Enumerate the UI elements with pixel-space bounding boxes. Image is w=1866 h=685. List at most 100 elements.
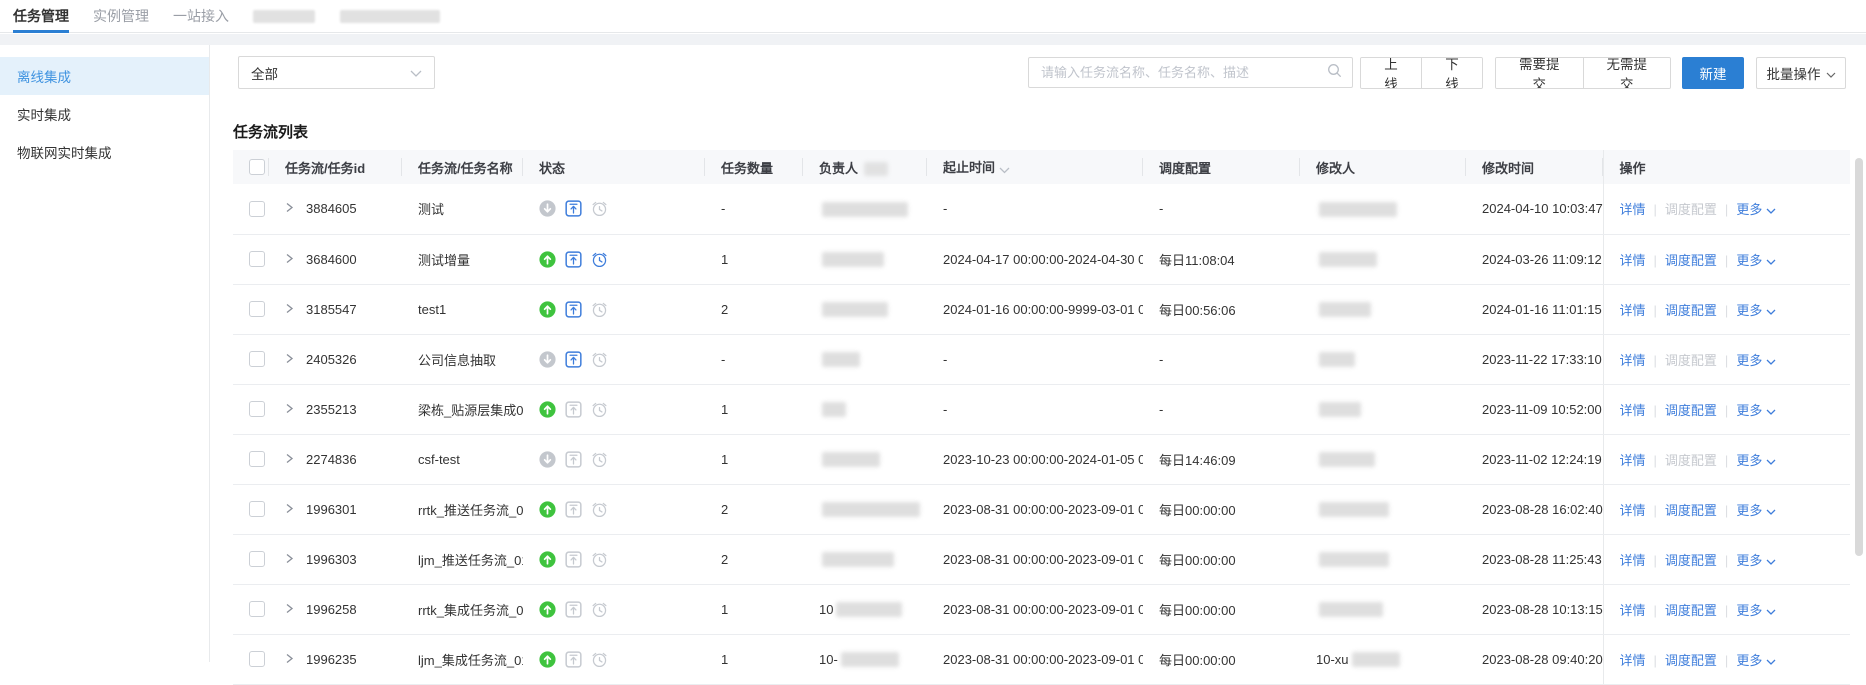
search-icon[interactable] — [1327, 63, 1342, 83]
flow-id: 2274836 — [306, 452, 357, 467]
col-header-count: 任务数量 — [705, 150, 803, 184]
expand-chevron-icon[interactable] — [285, 503, 294, 514]
row-checkbox[interactable] — [249, 501, 265, 517]
expand-chevron-icon[interactable] — [285, 253, 294, 264]
modified-time: 2023-11-09 10:52:00 — [1482, 402, 1602, 417]
nav-tab[interactable]: 任务管理 — [13, 0, 69, 33]
more-link[interactable]: 更多 — [1736, 303, 1776, 318]
sidebar: 离线集成 实时集成 物联网实时集成 — [0, 45, 210, 662]
schedule-config-link[interactable]: 调度配置 — [1665, 453, 1717, 468]
expand-chevron-icon[interactable] — [285, 353, 294, 364]
col-header-modified: 修改时间 — [1466, 150, 1603, 184]
schedule-config-link[interactable]: 调度配置 — [1665, 303, 1717, 318]
top-nav: 任务管理 实例管理 一站接入 — [0, 0, 1866, 33]
more-link[interactable]: 更多 — [1736, 253, 1776, 268]
action-separator: | — [1654, 353, 1657, 368]
redacted-nav-item — [340, 10, 440, 23]
more-link[interactable]: 更多 — [1736, 503, 1776, 518]
expand-chevron-icon[interactable] — [285, 603, 294, 614]
sidebar-item[interactable]: 离线集成 — [0, 57, 209, 95]
sort-caret-icon[interactable] — [999, 162, 1010, 177]
nav-tabs: 任务管理 实例管理 一站接入 — [13, 0, 465, 33]
detail-link[interactable]: 详情 — [1620, 553, 1646, 568]
row-checkbox[interactable] — [249, 301, 265, 317]
row-checkbox[interactable] — [249, 601, 265, 617]
schedule-config-link[interactable]: 调度配置 — [1665, 403, 1717, 418]
detail-link[interactable]: 详情 — [1620, 453, 1646, 468]
row-checkbox[interactable] — [249, 251, 265, 267]
action-separator: | — [1725, 353, 1728, 368]
detail-link[interactable]: 详情 — [1620, 403, 1646, 418]
expand-chevron-icon[interactable] — [285, 403, 294, 414]
row-checkbox[interactable] — [249, 451, 265, 467]
no-submit-button[interactable]: 无需提交 — [1583, 58, 1671, 88]
nav-tab[interactable]: 一站接入 — [173, 0, 229, 33]
schedule-config-link[interactable]: 调度配置 — [1665, 603, 1717, 618]
row-checkbox[interactable] — [249, 651, 265, 667]
row-checkbox[interactable] — [249, 351, 265, 367]
batch-actions-button[interactable]: 批量操作 — [1756, 57, 1846, 89]
offline-button[interactable]: 下线 — [1421, 58, 1482, 88]
more-link[interactable]: 更多 — [1736, 202, 1776, 217]
time-range: 2023-08-31 00:00:00-2023-09-01 00:00:... — [943, 602, 1143, 617]
detail-link[interactable]: 详情 — [1620, 303, 1646, 318]
submit-status-icon — [565, 651, 582, 668]
more-link[interactable]: 更多 — [1736, 453, 1776, 468]
detail-link[interactable]: 详情 — [1620, 253, 1646, 268]
row-checkbox[interactable] — [249, 401, 265, 417]
owner-text: 10- — [819, 652, 838, 667]
filter-dropdown[interactable]: 全部 — [238, 56, 435, 89]
schedule-config-link[interactable]: 调度配置 — [1665, 503, 1717, 518]
redacted-block — [864, 162, 888, 176]
flow-name: test1 — [418, 302, 446, 317]
task-count: 2 — [721, 302, 728, 317]
select-all-checkbox[interactable] — [249, 159, 265, 175]
detail-link[interactable]: 详情 — [1620, 653, 1646, 668]
online-button[interactable]: 上线 — [1361, 58, 1421, 88]
schedule-config-link[interactable]: 调度配置 — [1665, 553, 1717, 568]
action-separator: | — [1725, 603, 1728, 618]
detail-link[interactable]: 详情 — [1620, 503, 1646, 518]
sidebar-item[interactable]: 实时集成 — [0, 95, 209, 133]
detail-link[interactable]: 详情 — [1620, 202, 1646, 217]
expand-chevron-icon[interactable] — [285, 202, 294, 213]
more-link[interactable]: 更多 — [1736, 653, 1776, 668]
modified-time: 2024-01-16 11:01:15 — [1482, 302, 1602, 317]
row-checkbox[interactable] — [249, 551, 265, 567]
row-checkbox[interactable] — [249, 201, 265, 217]
col-header-range[interactable]: 起止时间 — [927, 150, 1143, 184]
create-button[interactable]: 新建 — [1682, 57, 1744, 89]
flow-name: csf-test — [418, 452, 460, 467]
page-background-strip — [0, 34, 1866, 45]
task-count: 2 — [721, 502, 728, 517]
redacted-owner — [822, 202, 908, 217]
owner-text: 10 — [819, 602, 833, 617]
col-header-modifier: 修改人 — [1300, 150, 1466, 184]
nav-tab[interactable]: 实例管理 — [93, 0, 149, 33]
action-separator: | — [1725, 453, 1728, 468]
vertical-scrollbar-thumb[interactable] — [1855, 158, 1863, 556]
expand-chevron-icon[interactable] — [285, 453, 294, 464]
detail-link[interactable]: 详情 — [1620, 353, 1646, 368]
more-link[interactable]: 更多 — [1736, 353, 1776, 368]
detail-link[interactable]: 详情 — [1620, 603, 1646, 618]
flow-table: 任务流/任务id 任务流/任务名称 状态 任务数量 负责人 起止时间 调度配置 … — [233, 150, 1850, 685]
schedule-config-link[interactable]: 调度配置 — [1665, 202, 1717, 217]
expand-chevron-icon[interactable] — [285, 553, 294, 564]
col-header-actions: 操作 — [1603, 150, 1850, 184]
expand-chevron-icon[interactable] — [285, 303, 294, 314]
redacted-modifier — [1319, 502, 1389, 517]
more-link[interactable]: 更多 — [1736, 553, 1776, 568]
col-header-owner[interactable]: 负责人 — [803, 150, 927, 184]
schedule-config-link[interactable]: 调度配置 — [1665, 253, 1717, 268]
filter-dropdown-value: 全部 — [251, 63, 278, 83]
schedule-config-link[interactable]: 调度配置 — [1665, 353, 1717, 368]
action-separator: | — [1654, 253, 1657, 268]
col-header-id: 任务流/任务id — [269, 150, 402, 184]
schedule-config-link[interactable]: 调度配置 — [1665, 653, 1717, 668]
search-input[interactable] — [1041, 65, 1327, 80]
more-link[interactable]: 更多 — [1736, 603, 1776, 618]
more-link[interactable]: 更多 — [1736, 403, 1776, 418]
need-submit-button[interactable]: 需要提交 — [1496, 58, 1583, 88]
sidebar-item[interactable]: 物联网实时集成 — [0, 133, 209, 171]
